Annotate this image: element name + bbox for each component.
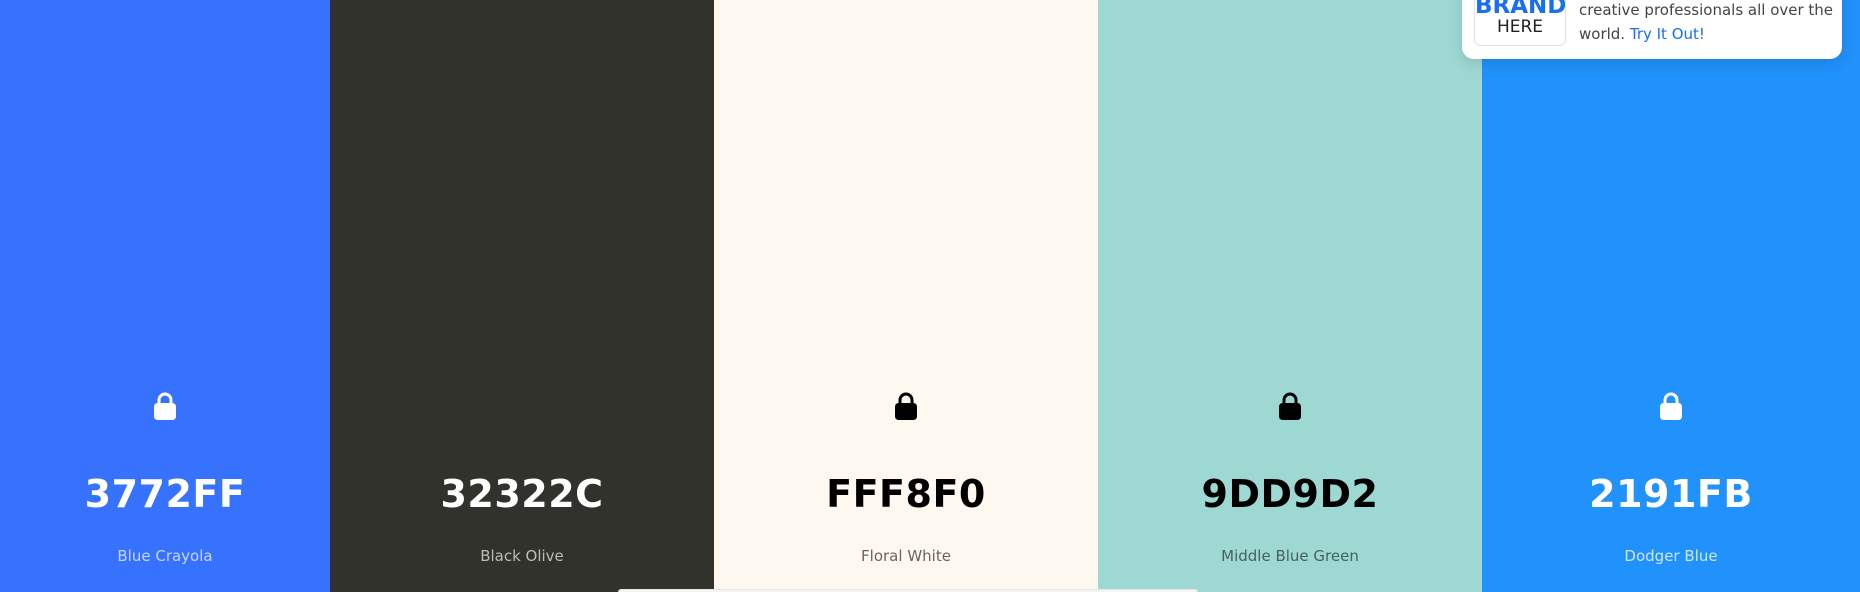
- lock-icon[interactable]: [1277, 391, 1303, 421]
- logo-line-here: HERE: [1496, 17, 1544, 37]
- hex-code[interactable]: 9DD9D2: [1098, 472, 1482, 516]
- logo-line-brand: BRAND: [1475, 0, 1566, 19]
- brand-logo[interactable]: BRAND HERE: [1474, 0, 1566, 46]
- lock-icon[interactable]: [152, 391, 178, 421]
- try-it-out-link[interactable]: Try It Out!: [1630, 25, 1705, 43]
- color-name: Dodger Blue: [1624, 547, 1718, 565]
- swatch-3[interactable]: FFF8F0 Floral White: [714, 0, 1098, 592]
- swatch-1[interactable]: 3772FF Blue Crayola: [0, 0, 330, 592]
- color-name: Middle Blue Green: [1221, 547, 1359, 565]
- color-palette: 3772FF Blue Crayola 32322C Black Olive F…: [0, 0, 1860, 592]
- ad-text: creative professionals all over the worl…: [1579, 0, 1837, 46]
- swatch-5[interactable]: 2191FB Dodger Blue: [1482, 0, 1860, 592]
- ad-text-line-2: world. Try It Out!: [1579, 22, 1837, 46]
- hex-code[interactable]: 32322C: [330, 472, 714, 516]
- color-name: Blue Crayola: [117, 547, 213, 565]
- hex-code[interactable]: FFF8F0: [714, 472, 1098, 516]
- ad-text-world: world.: [1579, 25, 1626, 43]
- lock-icon[interactable]: [893, 391, 919, 421]
- hex-code[interactable]: 2191FB: [1482, 472, 1860, 516]
- ad-banner[interactable]: BRAND HERE creative professionals all ov…: [1462, 0, 1842, 59]
- swatch-4[interactable]: 9DD9D2 Middle Blue Green: [1098, 0, 1482, 592]
- color-name: Floral White: [861, 547, 951, 565]
- ad-text-line-1: creative professionals all over the: [1579, 1, 1834, 19]
- hex-code[interactable]: 3772FF: [0, 472, 330, 516]
- lock-icon[interactable]: [1658, 391, 1684, 421]
- color-name: Black Olive: [480, 547, 564, 565]
- swatch-2[interactable]: 32322C Black Olive: [330, 0, 714, 592]
